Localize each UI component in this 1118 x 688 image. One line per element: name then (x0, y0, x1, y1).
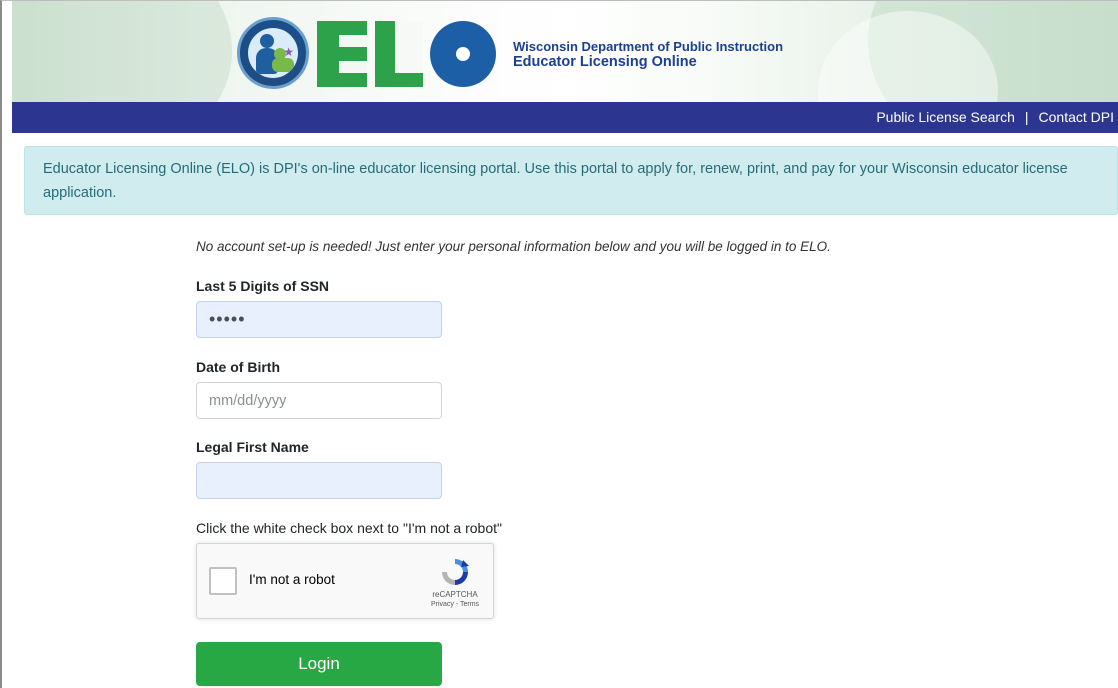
page-frame: ★ Wisconsin Department of Public Instruc… (0, 0, 1118, 688)
recaptcha-widget: I'm not a robot reCAPTCHA Privacy - Term… (196, 543, 494, 619)
nav-link-public-license-search[interactable]: Public License Search (876, 109, 1015, 125)
form-intro: No account set-up is needed! Just enter … (196, 239, 831, 254)
ssn-input[interactable] (196, 301, 442, 338)
nav-separator: | (1024, 109, 1029, 125)
agency-line-2: Educator Licensing Online (513, 54, 697, 70)
header-banner: ★ Wisconsin Department of Public Instruc… (12, 1, 1118, 102)
recaptcha-checkbox[interactable] (209, 567, 237, 595)
agency-name: Wisconsin Department of Public Instructi… (513, 39, 833, 70)
top-navbar: Public License Search | Contact DPI (12, 102, 1118, 133)
first-name-input[interactable] (196, 462, 442, 499)
captcha-instruction: Click the white check box next to "I'm n… (196, 520, 502, 536)
banner-decoration (12, 1, 232, 102)
nav-link-contact-dpi[interactable]: Contact DPI (1039, 109, 1114, 125)
recaptcha-brand: reCAPTCHA (432, 590, 478, 599)
info-alert: Educator Licensing Online (ELO) is DPI's… (24, 146, 1118, 215)
first-name-label: Legal First Name (196, 439, 309, 455)
agency-line-1: Wisconsin Department of Public Instructi… (513, 39, 784, 54)
logo-letter-e (317, 21, 367, 87)
login-button[interactable]: Login (196, 642, 442, 686)
logo-letter-o (430, 21, 496, 87)
recaptcha-label: I'm not a robot (249, 572, 335, 587)
recaptcha-logo-icon (442, 559, 469, 585)
dpi-seal-icon: ★ (237, 17, 309, 89)
ssn-label: Last 5 Digits of SSN (196, 278, 330, 294)
recaptcha-privacy-terms[interactable]: Privacy - Terms (423, 601, 487, 608)
logo-letter-l (375, 21, 423, 87)
dob-label: Date of Birth (196, 359, 280, 375)
nav-links: Public License Search | Contact DPI (876, 109, 1114, 125)
dob-input[interactable] (196, 382, 442, 419)
elo-logo[interactable]: ★ (237, 15, 497, 91)
